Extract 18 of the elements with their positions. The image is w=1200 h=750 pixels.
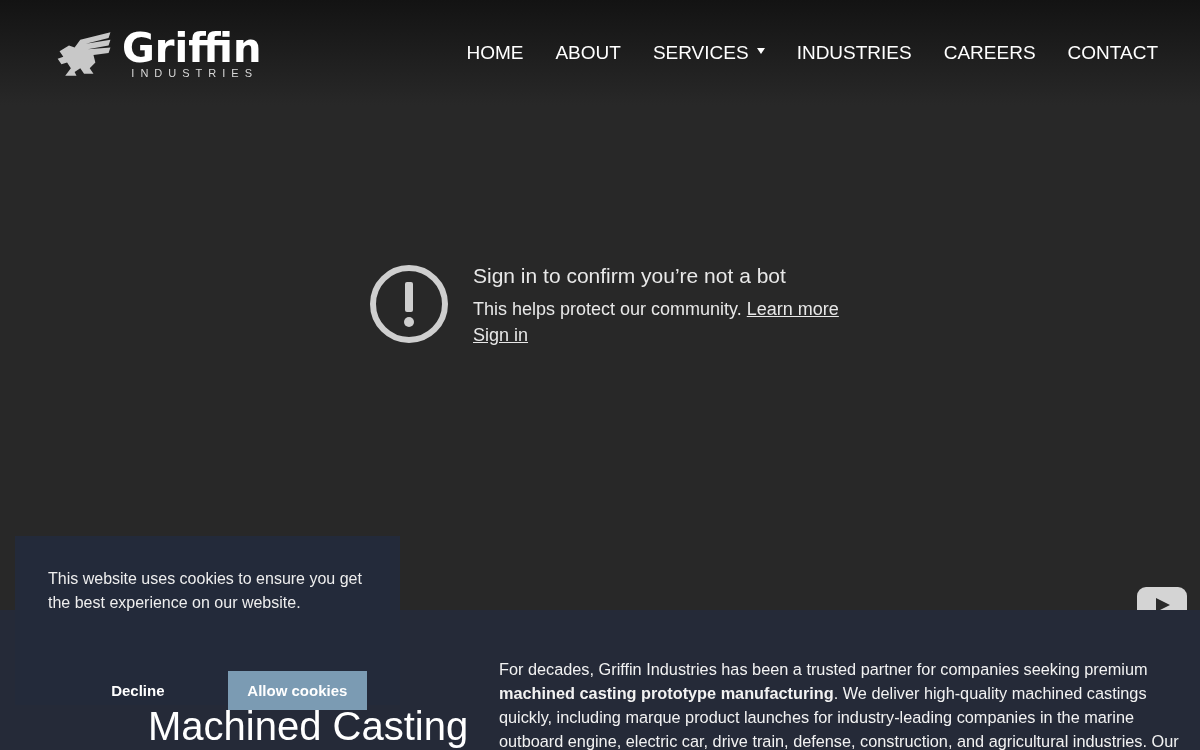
nav-link[interactable]: CAREERS — [943, 41, 1036, 64]
learn-more-link[interactable]: Learn more — [746, 297, 839, 321]
nav-link[interactable]: ABOUT — [555, 41, 621, 64]
cookie-message: This website uses cookies to ensure you get the best experience on our website. — [48, 569, 363, 613]
nav-link[interactable]: HOME — [466, 41, 524, 64]
nav-link[interactable]: SERVICES — [652, 41, 765, 64]
griffin-logo[interactable]: Griffin INDUSTRIES — [52, 28, 262, 79]
logo-tagline: INDUSTRIES — [131, 66, 258, 79]
play-icon[interactable] — [1137, 587, 1187, 610]
logo-name: Griffin — [122, 28, 262, 67]
notice-title: Sign in to confirm you’re not a bot — [473, 264, 786, 288]
caret-icon — [756, 47, 765, 54]
nav-link[interactable]: CONTACT — [1067, 41, 1158, 64]
nav-link[interactable]: INDUSTRIES — [796, 41, 912, 64]
warning-icon — [369, 264, 449, 344]
intro-paragraph: For decades, Griffin Industries has been a trusted partner for companies seeking premium machined casting prototype manufacturing. We deliver high-quality machined castings quickly, including marque product launches for industry-leading companies in the marine outboard engine, electric car, drive train, defense, construction, and agricultural industries. Our — [499, 659, 1179, 750]
sign-in-link[interactable]: Sign in — [473, 323, 529, 347]
notice-message: This helps protect our community. — [473, 298, 742, 321]
